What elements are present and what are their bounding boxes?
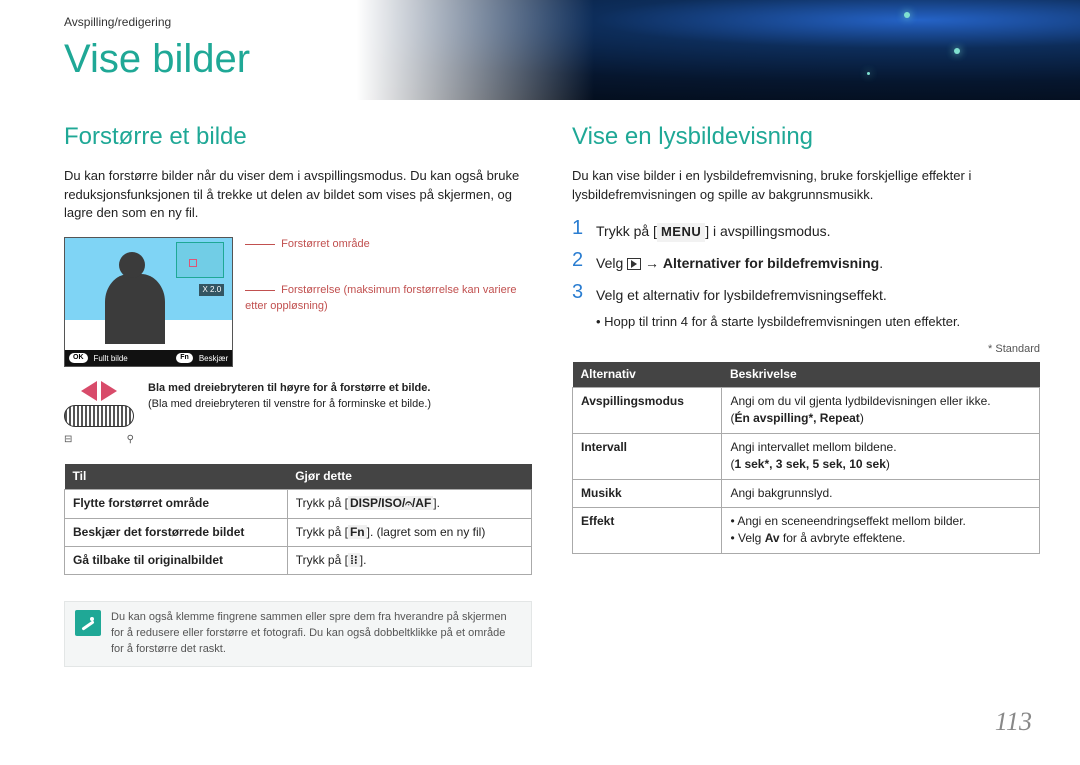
table-row: Musikk Angi bakgrunnslyd. <box>573 479 1040 507</box>
intro-enlarge: Du kan forstørre bilder når du viser dem… <box>64 167 532 224</box>
col-do: Gjør dette <box>287 464 531 490</box>
zoom-in-icon: ⚲ <box>127 433 134 448</box>
table-row: Flytte forstørret område Trykk på [DISP/… <box>65 490 532 518</box>
options-table: Alternativ Beskrivelse Avspillingsmodus … <box>572 362 1040 554</box>
pencil-icon <box>75 610 101 636</box>
scroll-wheel-graphic: ⊟ ⚲ <box>64 381 134 448</box>
step-3: 3 Velg et alternativ for lysbildefremvis… <box>572 282 1040 305</box>
callout-zoom-ratio: Forstørrelse (maksimum forstørrelse kan … <box>245 283 532 315</box>
callout-zoom-area: Forstørret område <box>245 237 532 253</box>
col-to: Til <box>65 464 288 490</box>
actions-table: Til Gjør dette Flytte forstørret område … <box>64 464 532 576</box>
step-3-note: • Hopp til trinn 4 for å starte lysbilde… <box>596 313 1040 332</box>
standard-footnote: * Standard <box>572 342 1040 358</box>
arrow-right-icon <box>101 381 117 401</box>
fn-key: Fn <box>176 353 193 363</box>
scroll-instruction: Bla med dreiebryteren til høyre for å fo… <box>148 381 431 413</box>
zoom-out-icon: ⊟ <box>64 433 72 448</box>
zoom-factor-label: X 2.0 <box>199 284 224 296</box>
play-icon <box>627 258 641 270</box>
table-row: Avspillingsmodus Angi om du vil gjenta l… <box>573 388 1040 434</box>
menu-key-icon: MENU <box>657 223 705 242</box>
col-option: Alternativ <box>573 362 722 388</box>
table-row: Gå tilbake til originalbildet Trykk på [… <box>65 547 532 575</box>
ok-key: OK <box>69 353 88 363</box>
preview-thumbnail: X 2.0 OK Fullt bilde Fn Beskjær <box>64 237 233 367</box>
table-row: Intervall Angi intervallet mellom bilden… <box>573 433 1040 479</box>
page-title: Vise bilder <box>64 30 250 88</box>
step-2: 2 Velg → Alternativer for bildefremvisni… <box>572 250 1040 273</box>
table-row: Effekt • Angi en sceneendringseffekt mel… <box>573 508 1040 554</box>
step-1: 1 Trykk på [MENU] i avspillingsmodus. <box>572 218 1040 242</box>
intro-slideshow: Du kan vise bilder i en lysbildefremvisn… <box>572 167 1040 205</box>
note-text: Du kan også klemme fingrene sammen eller… <box>111 610 521 658</box>
col-description: Beskrivelse <box>722 362 1040 388</box>
arrow-left-icon <box>81 381 97 401</box>
table-row: Beskjær det forstørrede bildet Trykk på … <box>65 518 532 546</box>
left-column: Forstørre et bilde Du kan forstørre bild… <box>64 120 532 667</box>
page-number: 113 <box>995 703 1032 741</box>
breadcrumb: Avspilling/redigering <box>64 14 171 31</box>
right-column: Vise en lysbildevisning Du kan vise bild… <box>572 120 1040 667</box>
section-title-enlarge: Forstørre et bilde <box>64 120 532 155</box>
section-title-slideshow: Vise en lysbildevisning <box>572 120 1040 155</box>
preview-footer: OK Fullt bilde Fn Beskjær <box>65 350 232 366</box>
full-image-label: Fullt bilde <box>94 353 128 365</box>
crop-label: Beskjær <box>199 353 228 365</box>
touch-note: Du kan også klemme fingrene sammen eller… <box>64 601 532 667</box>
